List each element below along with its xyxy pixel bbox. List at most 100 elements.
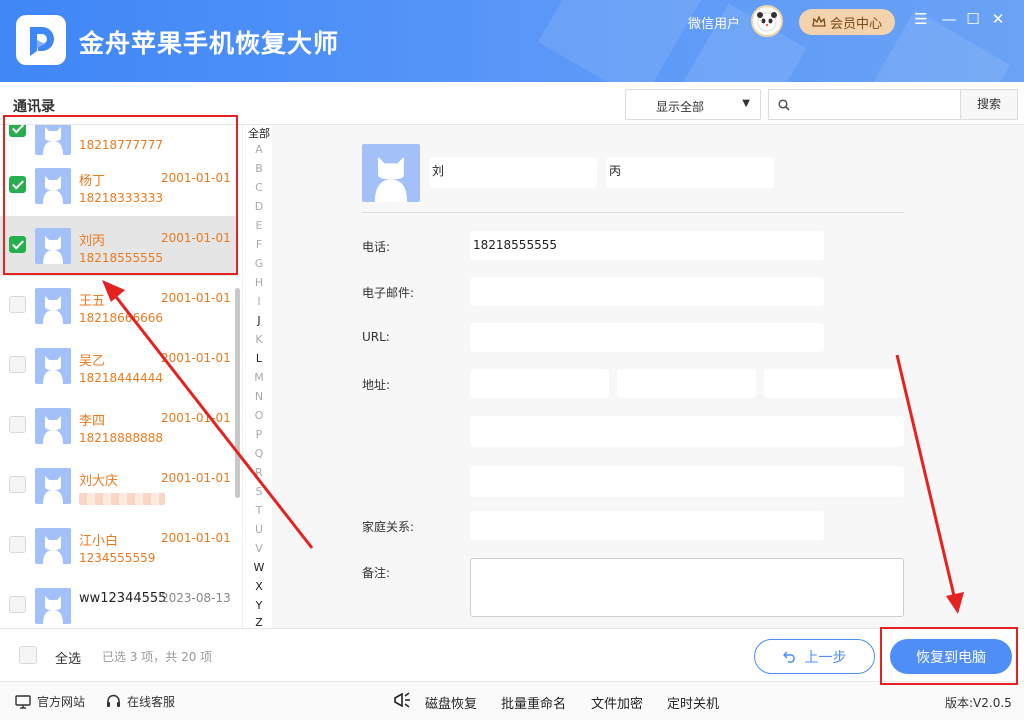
address-field-2[interactable] [617, 369, 756, 398]
first-name-field[interactable]: 丙 [606, 157, 774, 188]
contact-avatar [35, 468, 71, 504]
contact-phone: 18218888888 [79, 431, 163, 445]
alpha-item[interactable]: R [246, 466, 272, 479]
online-service-link[interactable]: 在线客服 [106, 693, 175, 710]
alpha-item[interactable]: M [246, 371, 272, 384]
filter-dropdown[interactable]: 显示全部 ▼ [625, 89, 761, 120]
address-field-5[interactable] [470, 466, 904, 497]
search-button[interactable]: 搜索 [960, 89, 1018, 120]
url-field[interactable] [470, 323, 824, 352]
caret-down-icon: ▼ [742, 98, 750, 109]
section-title: 通讯录 [13, 99, 55, 115]
contact-avatar [35, 288, 71, 324]
alpha-item[interactable]: L [246, 352, 272, 365]
logo-icon [30, 27, 54, 56]
alpha-item[interactable]: F [246, 238, 272, 251]
contact-name: 刘大庆 [79, 474, 119, 489]
alpha-item[interactable]: V [246, 542, 272, 555]
contact-avatar [35, 348, 71, 384]
phone-label: 电话: [362, 240, 391, 254]
alphabet-index: 全部 A B C D E F G H I J K L M N O P Q R S… [246, 125, 272, 629]
minimize-icon[interactable]: — [941, 10, 957, 28]
contact-item[interactable]: 江小白 2001-01-01 1234555559 [0, 516, 236, 576]
alpha-item[interactable]: C [246, 181, 272, 194]
official-site-link[interactable]: 官方网站 [15, 693, 85, 710]
select-all-checkbox[interactable] [19, 646, 37, 664]
vip-center-label: 会员中心 [829, 16, 882, 32]
contact-date: 2001-01-01 [161, 471, 231, 485]
filter-dropdown-value: 显示全部 [656, 100, 705, 114]
cat-avatar-icon [43, 416, 63, 444]
contact-phone: 18218666666 [79, 311, 163, 325]
alpha-item[interactable]: X [246, 580, 272, 593]
close-icon[interactable]: ✕ [990, 10, 1006, 28]
address-field-4[interactable] [470, 416, 904, 447]
alpha-item[interactable]: G [246, 257, 272, 270]
app-title: 金舟苹果手机恢复大师 [79, 29, 340, 58]
alpha-item[interactable]: Y [246, 599, 272, 612]
vip-center-button[interactable]: 会员中心 [799, 9, 895, 35]
tool-timed-shutdown[interactable]: 定时关机 [667, 693, 719, 712]
alpha-item[interactable]: I [246, 295, 272, 308]
phone-field[interactable]: 18218555555 [470, 231, 824, 260]
contact-item[interactable]: 王五 2001-01-01 18218666666 [0, 276, 236, 336]
contact-date: 2001-01-01 [161, 531, 231, 545]
note-label: 备注: [362, 566, 391, 580]
alpha-item[interactable]: P [246, 428, 272, 441]
alpha-item[interactable]: Q [246, 447, 272, 460]
app-logo [16, 15, 66, 65]
contact-item[interactable]: ww12344555 2023-08-13 [0, 576, 236, 628]
previous-step-button[interactable]: 上一步 [754, 639, 875, 674]
note-textarea[interactable] [470, 558, 904, 617]
contact-name: ww12344555 [79, 591, 167, 606]
alpha-item[interactable]: A [246, 143, 272, 156]
alpha-item[interactable]: J [246, 314, 272, 327]
tool-batch-rename[interactable]: 批量重命名 [501, 693, 566, 712]
alpha-item[interactable]: N [246, 390, 272, 403]
family-field[interactable] [470, 511, 824, 540]
tool-file-encrypt[interactable]: 文件加密 [591, 693, 643, 712]
alpha-item[interactable]: W [246, 561, 272, 574]
alpha-item[interactable]: D [246, 200, 272, 213]
menu-icon[interactable]: ☰ [913, 10, 929, 28]
highlight-selected-contacts [3, 115, 238, 275]
contact-checkbox[interactable] [9, 596, 26, 613]
contact-phone: 18218444444 [79, 371, 163, 385]
alpha-item-all[interactable]: 全部 [246, 125, 272, 141]
contact-name: 吴乙 [79, 354, 106, 369]
alpha-item[interactable]: U [246, 523, 272, 536]
alpha-item[interactable]: O [246, 409, 272, 422]
maximize-icon[interactable]: ☐ [965, 10, 981, 28]
contact-checkbox[interactable] [9, 356, 26, 373]
contact-list-scrollbar[interactable] [235, 288, 240, 498]
contact-checkbox[interactable] [9, 296, 26, 313]
select-all-label[interactable]: 全选 [55, 648, 81, 667]
alpha-item[interactable]: E [246, 219, 272, 232]
selection-count: 已选 3 项，共 20 项 [102, 650, 213, 664]
address-field-3[interactable] [764, 369, 904, 398]
contact-item[interactable]: 刘大庆 2001-01-01 [0, 456, 236, 516]
alpha-item[interactable]: S [246, 485, 272, 498]
contact-avatar [35, 408, 71, 444]
alpha-item[interactable]: H [246, 276, 272, 289]
contact-checkbox[interactable] [9, 416, 26, 433]
last-name-field[interactable]: 刘 [429, 157, 597, 188]
contact-item[interactable]: 吴乙 2001-01-01 18218444444 [0, 336, 236, 396]
user-avatar[interactable] [751, 5, 783, 37]
address-field-1[interactable] [470, 369, 609, 398]
email-field[interactable] [470, 277, 824, 306]
alpha-item[interactable]: B [246, 162, 272, 175]
contact-item[interactable]: 李四 2001-01-01 18218888888 [0, 396, 236, 456]
contact-date: 2001-01-01 [161, 291, 231, 305]
contact-checkbox[interactable] [9, 476, 26, 493]
alpha-item[interactable]: K [246, 333, 272, 346]
tool-disk-recovery[interactable]: 磁盘恢复 [425, 693, 477, 712]
email-label: 电子邮件: [362, 286, 415, 300]
version-label: 版本:V2.0.5 [945, 696, 1012, 710]
search-input[interactable] [797, 94, 955, 116]
alpha-item[interactable]: T [246, 504, 272, 517]
contact-checkbox[interactable] [9, 536, 26, 553]
cat-avatar-icon [43, 536, 63, 564]
cat-avatar-icon [374, 156, 408, 202]
user-name[interactable]: 微信用户 [688, 13, 740, 32]
